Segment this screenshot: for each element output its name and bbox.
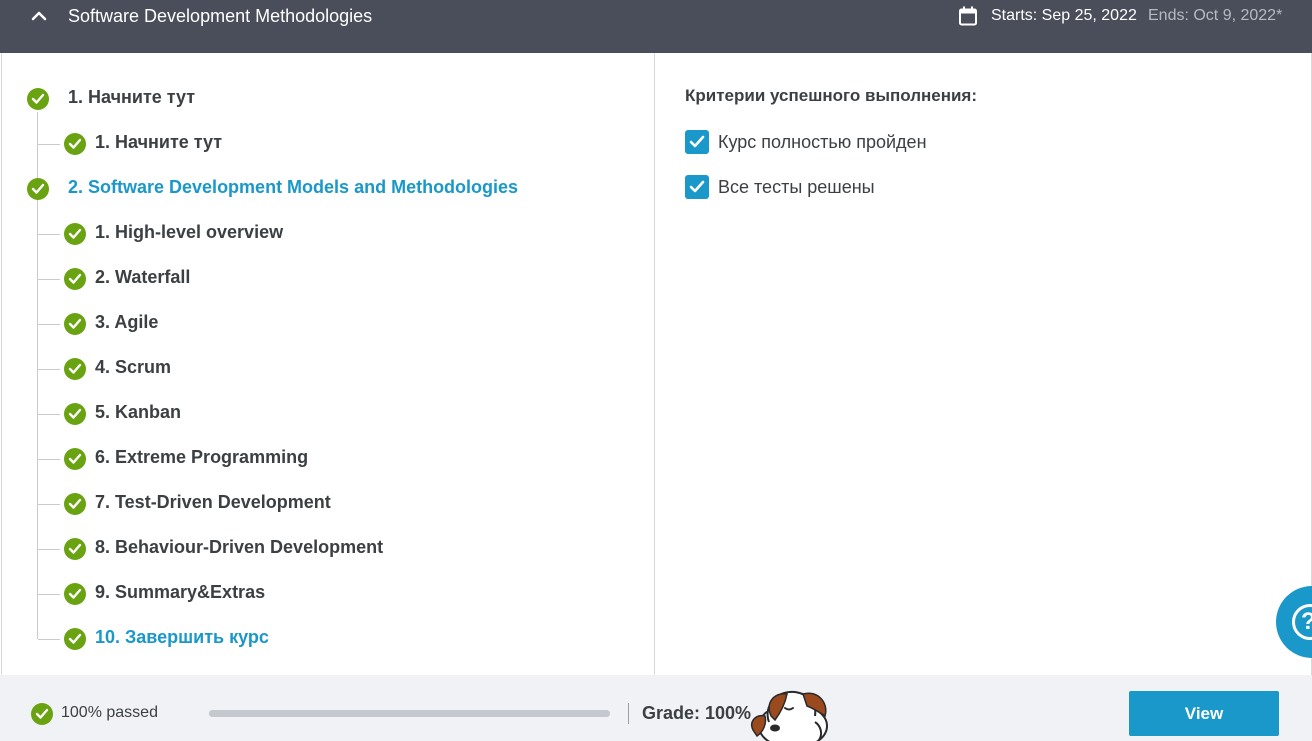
outline-item-label: 7. Test-Driven Development — [95, 492, 331, 512]
chevron-up-icon[interactable] — [28, 5, 50, 27]
outline-branch-line — [38, 414, 60, 415]
question-mark-icon: ? — [1292, 604, 1312, 640]
check-circle-icon — [27, 178, 49, 200]
outline-item-label: 6. Extreme Programming — [95, 447, 309, 467]
passed-status: 100% passed — [61, 704, 158, 721]
check-circle-icon — [64, 538, 86, 560]
outline-item-label: 1. High-level overview — [95, 222, 284, 242]
outline-branch-line — [38, 504, 60, 505]
outline-branch-line — [38, 324, 60, 325]
outline-branch-line — [38, 369, 60, 370]
course-header: Software Development Methodologies Start… — [0, 0, 1312, 53]
checkbox-checked[interactable] — [685, 175, 709, 199]
check-circle-icon — [64, 223, 86, 245]
outline-branch-line — [38, 144, 60, 145]
check-circle-icon — [64, 493, 86, 515]
check-circle-icon — [64, 403, 86, 425]
outline-item-label: 10. Завершить курс — [95, 627, 269, 647]
outline-item-label: 4. Scrum — [95, 357, 172, 377]
grade-value: Grade: 100% — [642, 703, 752, 723]
end-date: Ends: Oct 9, 2022* — [1148, 7, 1283, 24]
check-circle-icon — [64, 448, 86, 470]
footer-divider — [628, 703, 629, 724]
calendar-icon — [959, 6, 977, 26]
outline-item-label: 2. Software Development Models and Metho… — [68, 177, 519, 197]
outline-item-label: 5. Kanban — [95, 402, 182, 422]
course-title: Software Development Methodologies — [68, 6, 373, 26]
outline-branch-line — [38, 639, 60, 640]
outline-branch-line — [38, 459, 60, 460]
check-circle-icon — [64, 313, 86, 335]
criteria-title: Критерии успешного выполнения: — [685, 86, 978, 105]
outline-item-label: 1. Начните тут — [68, 87, 196, 107]
checkbox-checked[interactable] — [685, 130, 709, 154]
check-circle-icon — [64, 268, 86, 290]
dog-mascot-icon — [751, 690, 828, 741]
criteria-label: Все тесты решены — [718, 177, 875, 197]
progress-fill — [209, 710, 610, 717]
outline-branch-line — [38, 549, 60, 550]
check-circle-icon — [64, 583, 86, 605]
check-circle-icon — [64, 133, 86, 155]
panel-divider — [654, 53, 655, 675]
check-circle-icon — [31, 703, 53, 725]
check-circle-icon — [64, 628, 86, 650]
outline-item-label: 1. Начните тут — [95, 132, 223, 152]
outline-item-label: 3. Agile — [95, 312, 159, 332]
start-date: Starts: Sep 25, 2022 — [991, 7, 1137, 24]
outline-item-label: 2. Waterfall — [95, 267, 191, 287]
criteria-label: Курс полностью пройден — [718, 132, 927, 152]
view-button[interactable]: View — [1129, 691, 1279, 736]
outline-branch-line — [38, 279, 60, 280]
check-circle-icon — [27, 88, 49, 110]
outline-branch-line — [38, 594, 60, 595]
outline-item-label: 9. Summary&Extras — [95, 582, 266, 602]
outline-item-label: 8. Behaviour-Driven Development — [95, 537, 384, 557]
progress-bar — [209, 710, 610, 717]
check-circle-icon — [64, 358, 86, 380]
outline-branch-line — [38, 234, 60, 235]
